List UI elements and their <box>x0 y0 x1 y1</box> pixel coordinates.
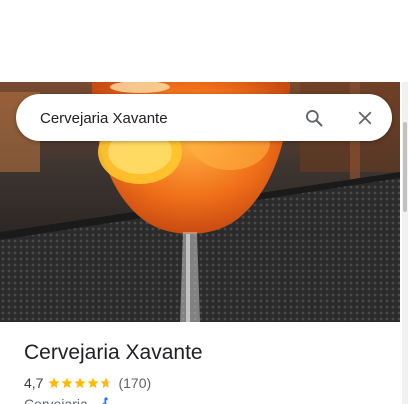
place-title: Cervejaria Xavante <box>24 341 203 364</box>
rating-row[interactable]: 4,7 (170) <box>24 374 151 392</box>
rating-value: 4,7 <box>24 375 44 391</box>
review-count[interactable]: (170) <box>118 375 151 391</box>
clear-search-button[interactable] <box>349 102 381 134</box>
star-icon <box>48 377 61 389</box>
search-icon <box>306 110 323 127</box>
star-icon <box>87 377 100 389</box>
star-icon <box>61 377 74 389</box>
star-icon <box>100 377 113 389</box>
category-row: Cervejaria · <box>24 396 112 404</box>
place-category[interactable]: Cervejaria <box>24 396 88 404</box>
star-icon <box>74 377 87 389</box>
close-icon <box>358 111 372 125</box>
search-input[interactable] <box>40 107 290 129</box>
scrollbar-thumb[interactable] <box>403 122 407 212</box>
search-button[interactable] <box>298 102 330 134</box>
scrollbar[interactable] <box>402 82 408 404</box>
separator-dot: · <box>91 396 97 404</box>
search-box[interactable] <box>16 94 392 141</box>
rating-stars <box>48 377 113 389</box>
wheelchair-icon <box>102 397 109 404</box>
